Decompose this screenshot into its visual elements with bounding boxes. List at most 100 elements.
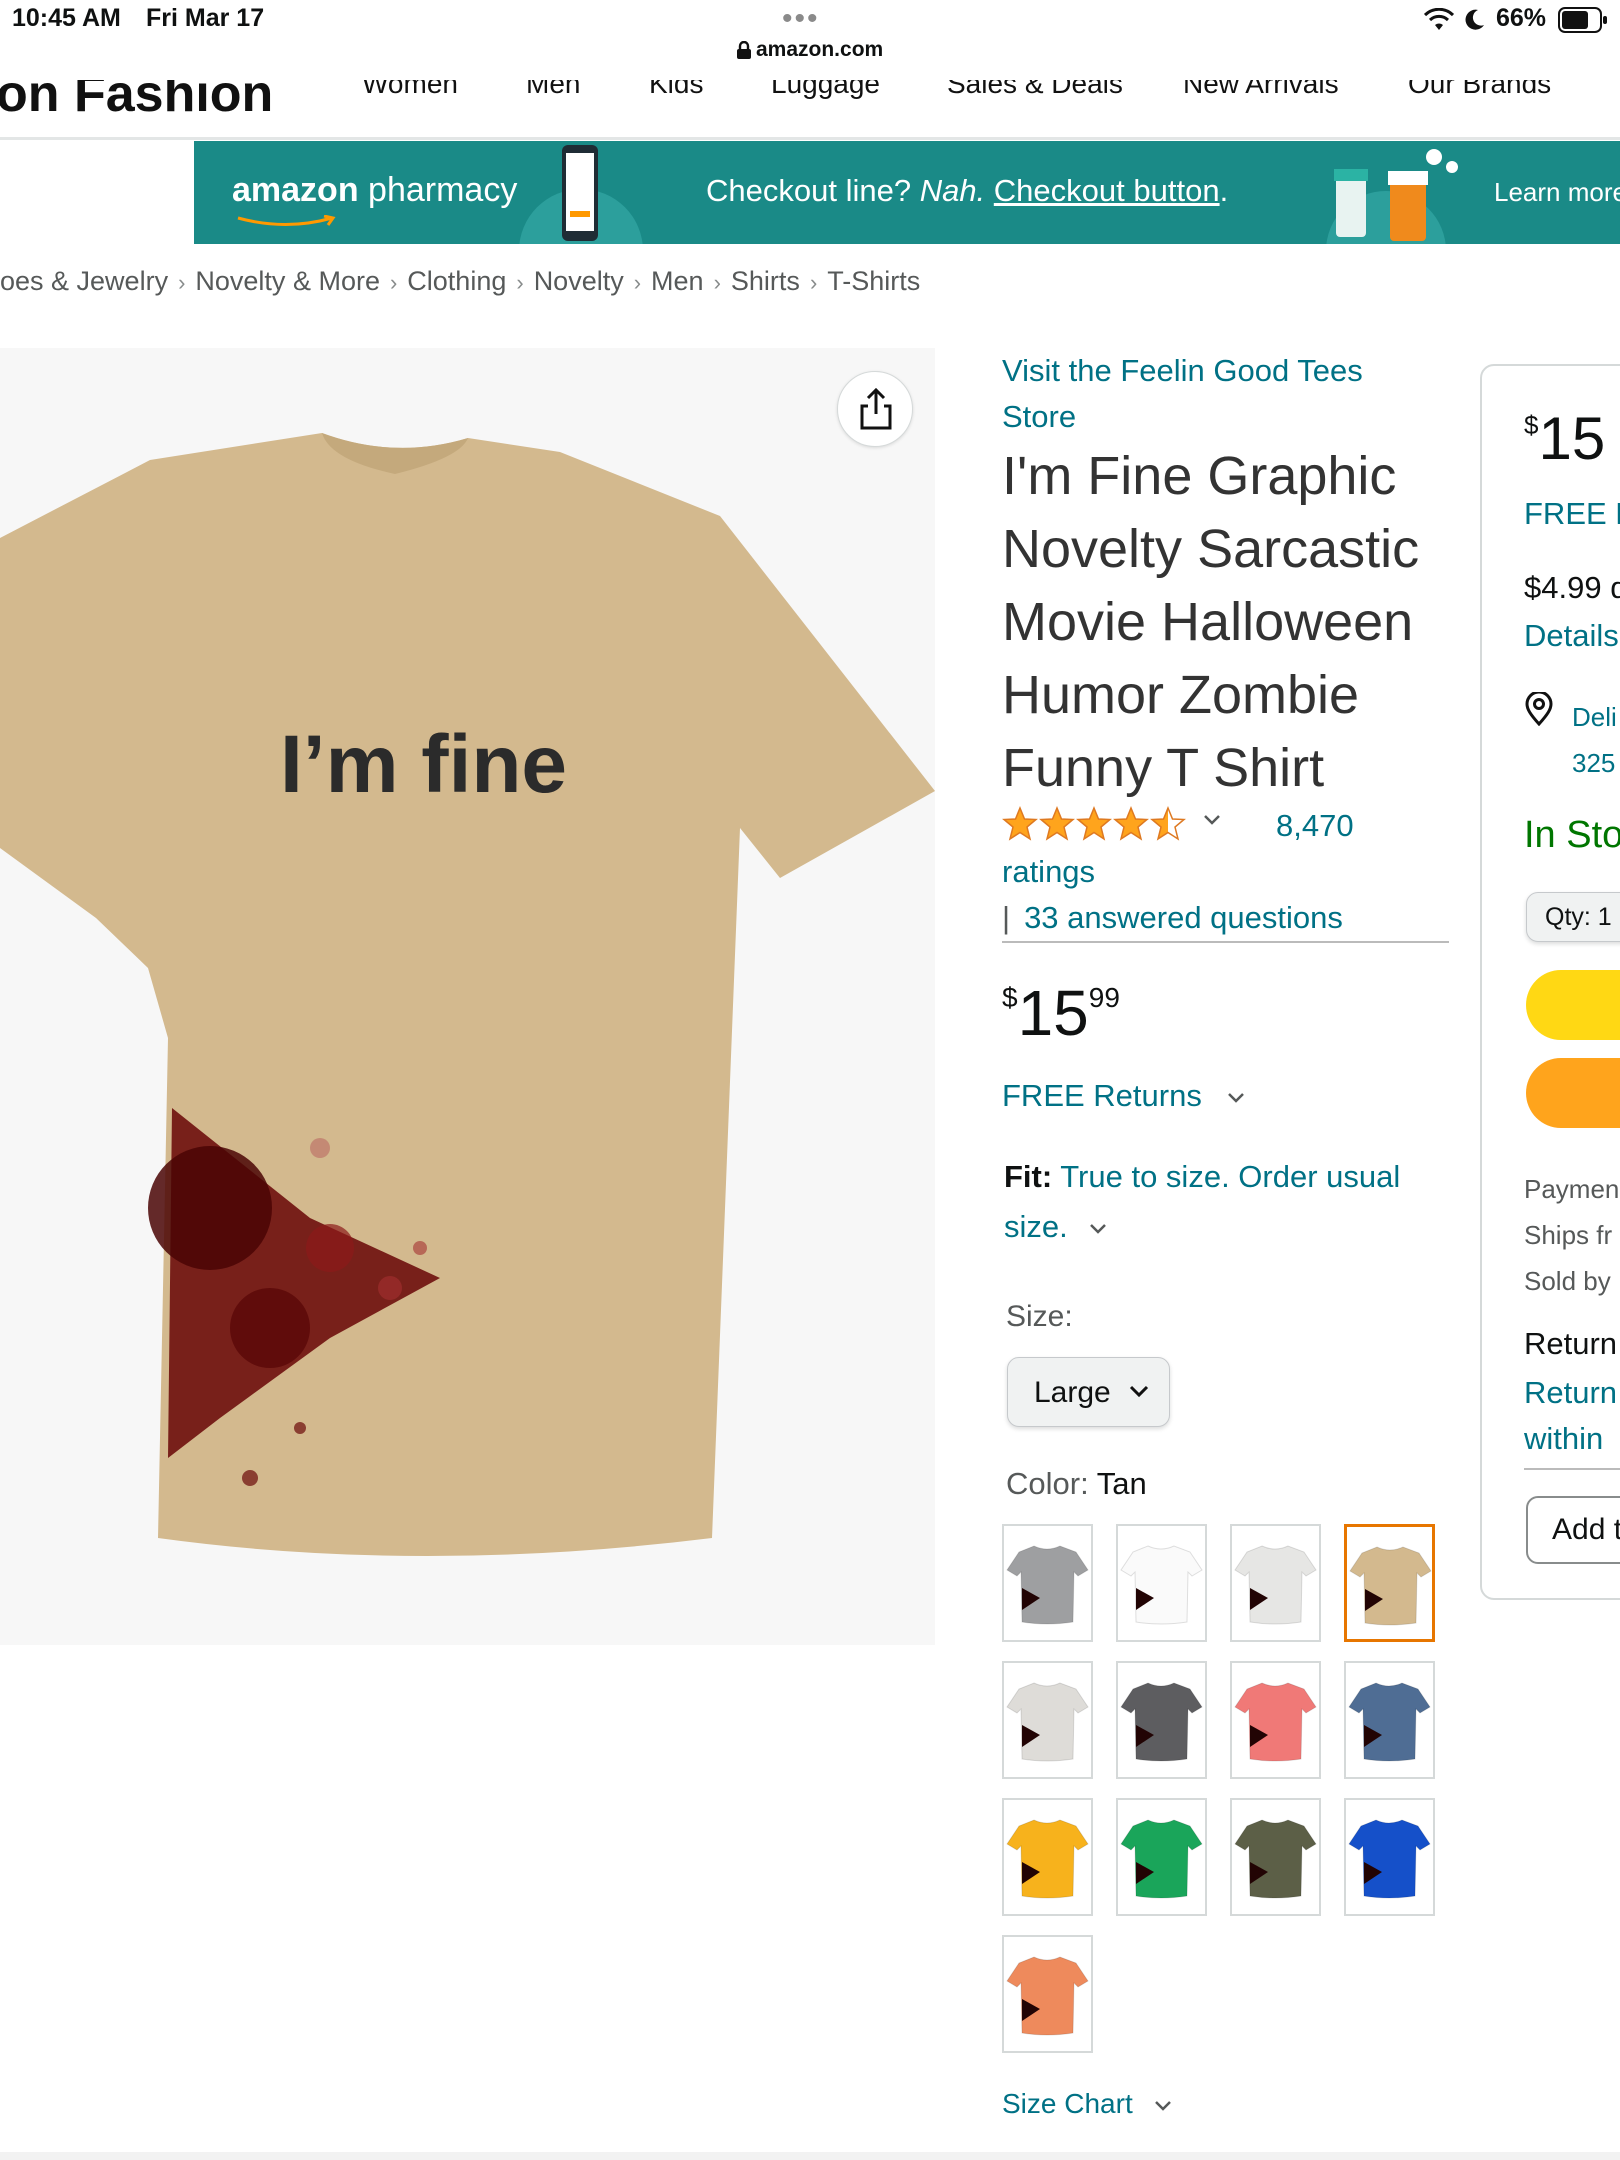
add-to-cart-button[interactable] <box>1526 970 1620 1040</box>
store-brand[interactable]: on Fashion <box>0 80 273 124</box>
color-swatch[interactable] <box>1230 1524 1321 1642</box>
price-symbol: $ <box>1002 982 1018 1013</box>
pharmacy-logo: amazon pharmacy <box>232 171 518 209</box>
color-swatch[interactable] <box>1344 1661 1435 1779</box>
tshirt-thumbnail-icon <box>1006 1819 1089 1899</box>
tshirt-thumbnail-icon <box>1348 1819 1431 1899</box>
color-swatch[interactable] <box>1002 1524 1093 1642</box>
buy-box: $15 FREE R $4.99 d Details Deli325 In St… <box>1480 364 1620 1600</box>
breadcrumb-item[interactable]: Men <box>651 266 704 296</box>
phone-illustration-icon <box>519 145 643 244</box>
product-image[interactable]: I’m fine <box>0 348 935 1645</box>
tshirt-thumbnail-icon <box>1234 1545 1317 1625</box>
color-swatch[interactable] <box>1344 1798 1435 1916</box>
color-swatch[interactable] <box>1002 1935 1093 2053</box>
tshirt-image <box>0 433 935 1556</box>
address-url[interactable]: amazon.com <box>756 38 883 62</box>
divider <box>1002 941 1449 943</box>
size-chart-label: Size Chart <box>1002 2088 1133 2119</box>
battery-icon <box>1558 7 1607 33</box>
tshirt-thumbnail-icon <box>1348 1682 1431 1762</box>
share-button[interactable] <box>837 371 913 447</box>
color-swatch[interactable] <box>1344 1524 1435 1642</box>
tshirt-thumbnail-icon <box>1006 1545 1089 1625</box>
chevron-down-icon <box>1154 2100 1171 2111</box>
color-value: Tan <box>1096 1466 1147 1501</box>
tshirt-thumbnail-icon <box>1006 1682 1089 1762</box>
size-chart[interactable]: Size Chart <box>1002 2088 1173 2120</box>
battery-percent: 66% <box>1496 4 1547 32</box>
breadcrumb-item[interactable]: oes & Jewelry <box>0 266 168 296</box>
banner-message: Checkout line? Nah. Checkout button. <box>706 173 1229 208</box>
breadcrumb-item[interactable]: Shirts <box>731 266 800 296</box>
sold-by-label: Sold by <box>1524 1266 1611 1296</box>
nav-kids[interactable]: Kids <box>649 80 703 100</box>
buy-now-button[interactable] <box>1526 1058 1620 1128</box>
star-rating-icon[interactable] <box>1002 804 1188 844</box>
quantity-dropdown[interactable]: Qty: 1 <box>1526 892 1620 942</box>
return-heading: Return <box>1524 1326 1618 1361</box>
nav-luggage[interactable]: Luggage <box>771 80 880 100</box>
smile-icon <box>237 215 336 226</box>
return-policy-link[interactable]: Return within <box>1524 1370 1617 1462</box>
ratings-label[interactable]: ratings <box>1002 854 1095 890</box>
store-link[interactable]: Visit the Feelin Good Tees Store <box>1002 348 1422 440</box>
buybox-details-link[interactable]: Details <box>1524 618 1619 654</box>
breadcrumb: oes & Jewelry › Novelty & More › Clothing › No… <box>0 266 920 297</box>
free-returns[interactable]: FREE Returns <box>1002 1078 1246 1114</box>
answered-questions-link[interactable]: 33 answered questions <box>1024 900 1343 935</box>
learn-more-link[interactable]: Learn more <box>1494 177 1620 208</box>
price-fraction: 99 <box>1088 982 1120 1013</box>
color-swatch[interactable] <box>1230 1798 1321 1916</box>
deliver-to-link[interactable]: Deli 325 <box>1572 694 1617 786</box>
color-swatch[interactable] <box>1230 1661 1321 1779</box>
buybox-free-returns[interactable]: FREE R <box>1524 496 1620 532</box>
chevron-down-icon <box>1228 1092 1245 1103</box>
color-swatch[interactable] <box>1116 1798 1207 1916</box>
chevron-down-icon[interactable] <box>1088 1221 1108 1237</box>
chevron-down-icon[interactable] <box>1202 812 1222 828</box>
size-label: Size: <box>1006 1300 1073 1333</box>
chevron-right-icon: › <box>389 270 398 295</box>
fit-info: Fit: True to size. Order usual size. <box>1004 1152 1444 1252</box>
breadcrumb-item[interactable]: Clothing <box>407 266 506 296</box>
tshirt-thumbnail-icon <box>1234 1819 1317 1899</box>
location-pin-icon <box>1525 692 1553 726</box>
color-swatch[interactable] <box>1002 1661 1093 1779</box>
ratings-count[interactable]: 8,470 <box>1276 808 1354 844</box>
breadcrumb-item[interactable]: Novelty & More <box>195 266 380 296</box>
color-swatch[interactable] <box>1116 1661 1207 1779</box>
nav-men[interactable]: Men <box>526 80 580 100</box>
multitask-dots-icon[interactable]: ••• <box>782 2 820 36</box>
nav-our-brands[interactable]: Our Brands <box>1408 80 1551 100</box>
chevron-down-icon <box>1129 1385 1149 1398</box>
shirt-graphic-text: I’m fine <box>280 719 568 810</box>
chevron-right-icon: › <box>178 270 186 295</box>
fit-label: Fit: <box>1004 1159 1053 1194</box>
divider <box>1524 1468 1620 1470</box>
nav-sales-deals[interactable]: Sales & Deals <box>947 80 1123 100</box>
free-returns-label: FREE Returns <box>1002 1078 1202 1113</box>
color-swatches <box>1002 1524 1442 2054</box>
color-swatch[interactable] <box>1116 1524 1207 1642</box>
breadcrumb-item[interactable]: T-Shirts <box>827 266 920 296</box>
page-bottom-edge <box>0 2152 1620 2160</box>
chevron-right-icon: › <box>516 270 524 295</box>
fit-link[interactable]: True to size. Order usual size. <box>1004 1159 1400 1244</box>
product-title: I'm Fine Graphic Novelty Sarcastic Movie… <box>1002 446 1420 798</box>
pharmacy-banner[interactable]: amazon pharmacy Checkout line? Nah. Chec… <box>194 141 1620 244</box>
wifi-icon <box>1424 8 1454 30</box>
size-dropdown[interactable]: Large <box>1007 1357 1170 1427</box>
chevron-right-icon: › <box>809 270 818 295</box>
status-date: Fri Mar 17 <box>146 4 265 32</box>
add-to-list-button[interactable]: Add t <box>1526 1496 1620 1564</box>
ships-from-label: Ships fr <box>1524 1220 1613 1250</box>
tshirt-thumbnail-icon <box>1006 1956 1089 2036</box>
answered-questions: | 33 answered questions <box>1002 900 1343 936</box>
nav-women[interactable]: Women <box>362 80 458 100</box>
tshirt-thumbnail-icon <box>1120 1819 1203 1899</box>
breadcrumb-item[interactable]: Novelty <box>534 266 624 296</box>
stock-status: In Sto <box>1524 814 1620 856</box>
nav-new-arrivals[interactable]: New Arrivals <box>1183 80 1339 100</box>
color-swatch[interactable] <box>1002 1798 1093 1916</box>
